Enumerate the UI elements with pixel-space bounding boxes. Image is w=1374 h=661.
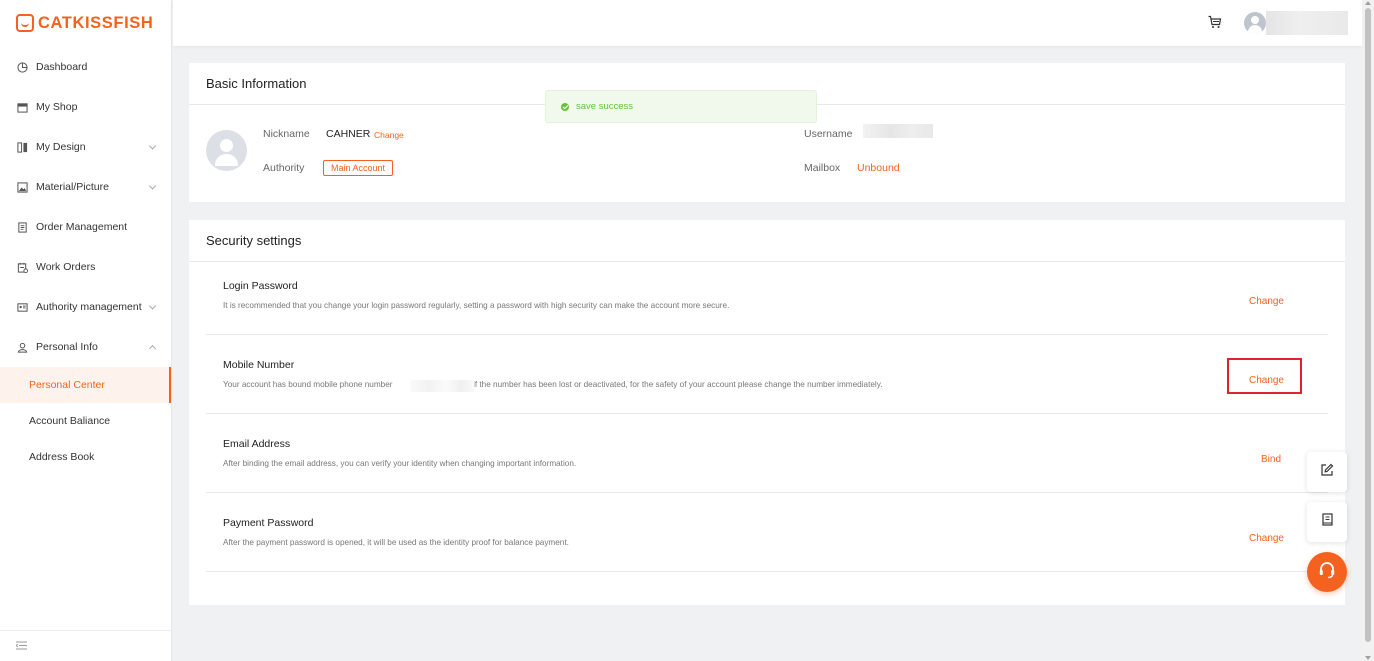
- profile-avatar: [206, 130, 247, 171]
- brand-name: CATKISSFISH: [38, 13, 154, 32]
- row-description-before: Your account has bound mobile phone numb…: [223, 380, 393, 389]
- authority-tag: Main Account: [323, 160, 394, 176]
- customer-support-button[interactable]: [1307, 552, 1347, 592]
- nickname-value: CAHNER: [326, 128, 371, 140]
- sidebar-menu: Dashboard My Shop My Design Material/Pic…: [0, 47, 171, 475]
- sidebar-item-personal-info[interactable]: Personal Info: [0, 327, 171, 367]
- phone-number-redacted: [410, 380, 474, 392]
- row-description: After binding the email address, you can…: [223, 459, 577, 468]
- work-order-icon: [16, 261, 28, 273]
- cart-icon[interactable]: [1208, 15, 1222, 29]
- sidebar-item-label: My Shop: [36, 101, 78, 113]
- row-title: Login Password: [223, 280, 298, 292]
- mailbox-label: Mailbox: [804, 162, 841, 174]
- sidebar-item-authority-management[interactable]: Authority management: [0, 287, 171, 327]
- manual-icon: [1321, 512, 1334, 532]
- sidebar-item-label: Personal Info: [36, 341, 98, 353]
- chevron-down-icon: [148, 302, 157, 310]
- authority-icon: [16, 301, 28, 313]
- sidebar-item-work-orders[interactable]: Work Orders: [0, 247, 171, 287]
- success-toast: save success: [545, 90, 817, 123]
- security-row-payment-password: Payment Password After the payment passw…: [206, 493, 1328, 572]
- scroll-up-arrow-icon[interactable]: [1365, 1, 1371, 5]
- chevron-down-icon: [148, 142, 157, 150]
- sidebar-item-my-design[interactable]: My Design: [0, 127, 171, 167]
- nickname-label: Nickname: [263, 128, 310, 140]
- row-description: After the payment password is opened, it…: [223, 538, 569, 547]
- sidebar-item-label: Material/Picture: [36, 181, 109, 193]
- shop-icon: [16, 101, 28, 113]
- email-bind-link[interactable]: Bind: [1261, 454, 1281, 465]
- highlight-box: [1227, 358, 1302, 394]
- nickname-change-link[interactable]: Change: [374, 130, 404, 140]
- top-header: [173, 0, 1362, 46]
- user-icon: [16, 341, 28, 353]
- order-icon: [16, 221, 28, 233]
- scrollbar[interactable]: [1362, 0, 1374, 661]
- security-row-mobile-number: Mobile Number Your account has bound mob…: [206, 335, 1328, 414]
- row-description-after: , if the number has been lost or deactiv…: [468, 380, 883, 389]
- basic-information-card: Basic Information Nickname CAHNER Change…: [189, 63, 1345, 202]
- sidebar-item-my-shop[interactable]: My Shop: [0, 87, 171, 127]
- sidebar-item-label: Dashboard: [36, 61, 88, 73]
- picture-icon: [16, 181, 28, 193]
- row-title: Payment Password: [223, 517, 314, 529]
- security-row-email-address: Email Address After binding the email ad…: [206, 414, 1328, 493]
- dashboard-icon: [16, 61, 28, 73]
- sidebar-item-label: My Design: [36, 141, 86, 153]
- mailbox-value: Unbound: [857, 162, 900, 174]
- cat-logo-icon: [16, 14, 34, 32]
- scrollbar-thumb[interactable]: [1365, 8, 1371, 642]
- username-redacted[interactable]: [1266, 11, 1348, 35]
- row-title: Email Address: [223, 438, 291, 450]
- row-description: It is recommended that you change your l…: [223, 301, 730, 310]
- sidebar-footer: [0, 630, 171, 661]
- sidebar-item-dashboard[interactable]: Dashboard: [0, 47, 171, 87]
- sidebar-item-label: Order Management: [36, 221, 128, 233]
- manual-button[interactable]: [1307, 502, 1347, 542]
- security-row-login-password: Login Password It is recommended that yo…: [206, 256, 1328, 335]
- sidebar-subitem-personal-center[interactable]: Personal Center: [0, 367, 171, 403]
- design-icon: [16, 141, 28, 153]
- collapse-menu-icon[interactable]: [15, 637, 27, 655]
- username-redacted-value: [863, 124, 933, 138]
- edit-icon: [1320, 463, 1334, 482]
- authority-label: Authority: [263, 162, 305, 174]
- sidebar-subitem-address-book[interactable]: Address Book: [0, 439, 171, 475]
- row-description: Your account has bound mobile phone numb…: [223, 380, 883, 389]
- sidebar-item-label: Work Orders: [36, 261, 96, 273]
- login-password-change-link[interactable]: Change: [1249, 296, 1284, 307]
- sidebar-subitem-account-balance[interactable]: Account Baliance: [0, 403, 171, 439]
- headset-icon: [1317, 560, 1337, 585]
- chevron-up-icon: [148, 344, 157, 353]
- success-check-icon: [561, 102, 569, 111]
- sidebar-item-label: Authority management: [36, 301, 142, 313]
- avatar[interactable]: [1244, 12, 1266, 34]
- scroll-down-arrow-icon[interactable]: [1365, 656, 1371, 660]
- toast-message: save success: [576, 101, 634, 112]
- username-label: Username: [804, 128, 853, 140]
- feedback-button[interactable]: [1307, 452, 1347, 492]
- security-settings-card: Security settings Login Password It is r…: [189, 220, 1345, 605]
- row-title: Mobile Number: [223, 359, 295, 371]
- sidebar-item-order-management[interactable]: Order Management: [0, 207, 171, 247]
- chevron-down-icon: [148, 182, 157, 190]
- payment-password-change-link[interactable]: Change: [1249, 533, 1284, 544]
- brand-logo[interactable]: CATKISSFISH: [0, 0, 171, 46]
- sidebar-item-material-picture[interactable]: Material/Picture: [0, 167, 171, 207]
- sidebar: CATKISSFISH Dashboard My Shop My Design: [0, 0, 172, 661]
